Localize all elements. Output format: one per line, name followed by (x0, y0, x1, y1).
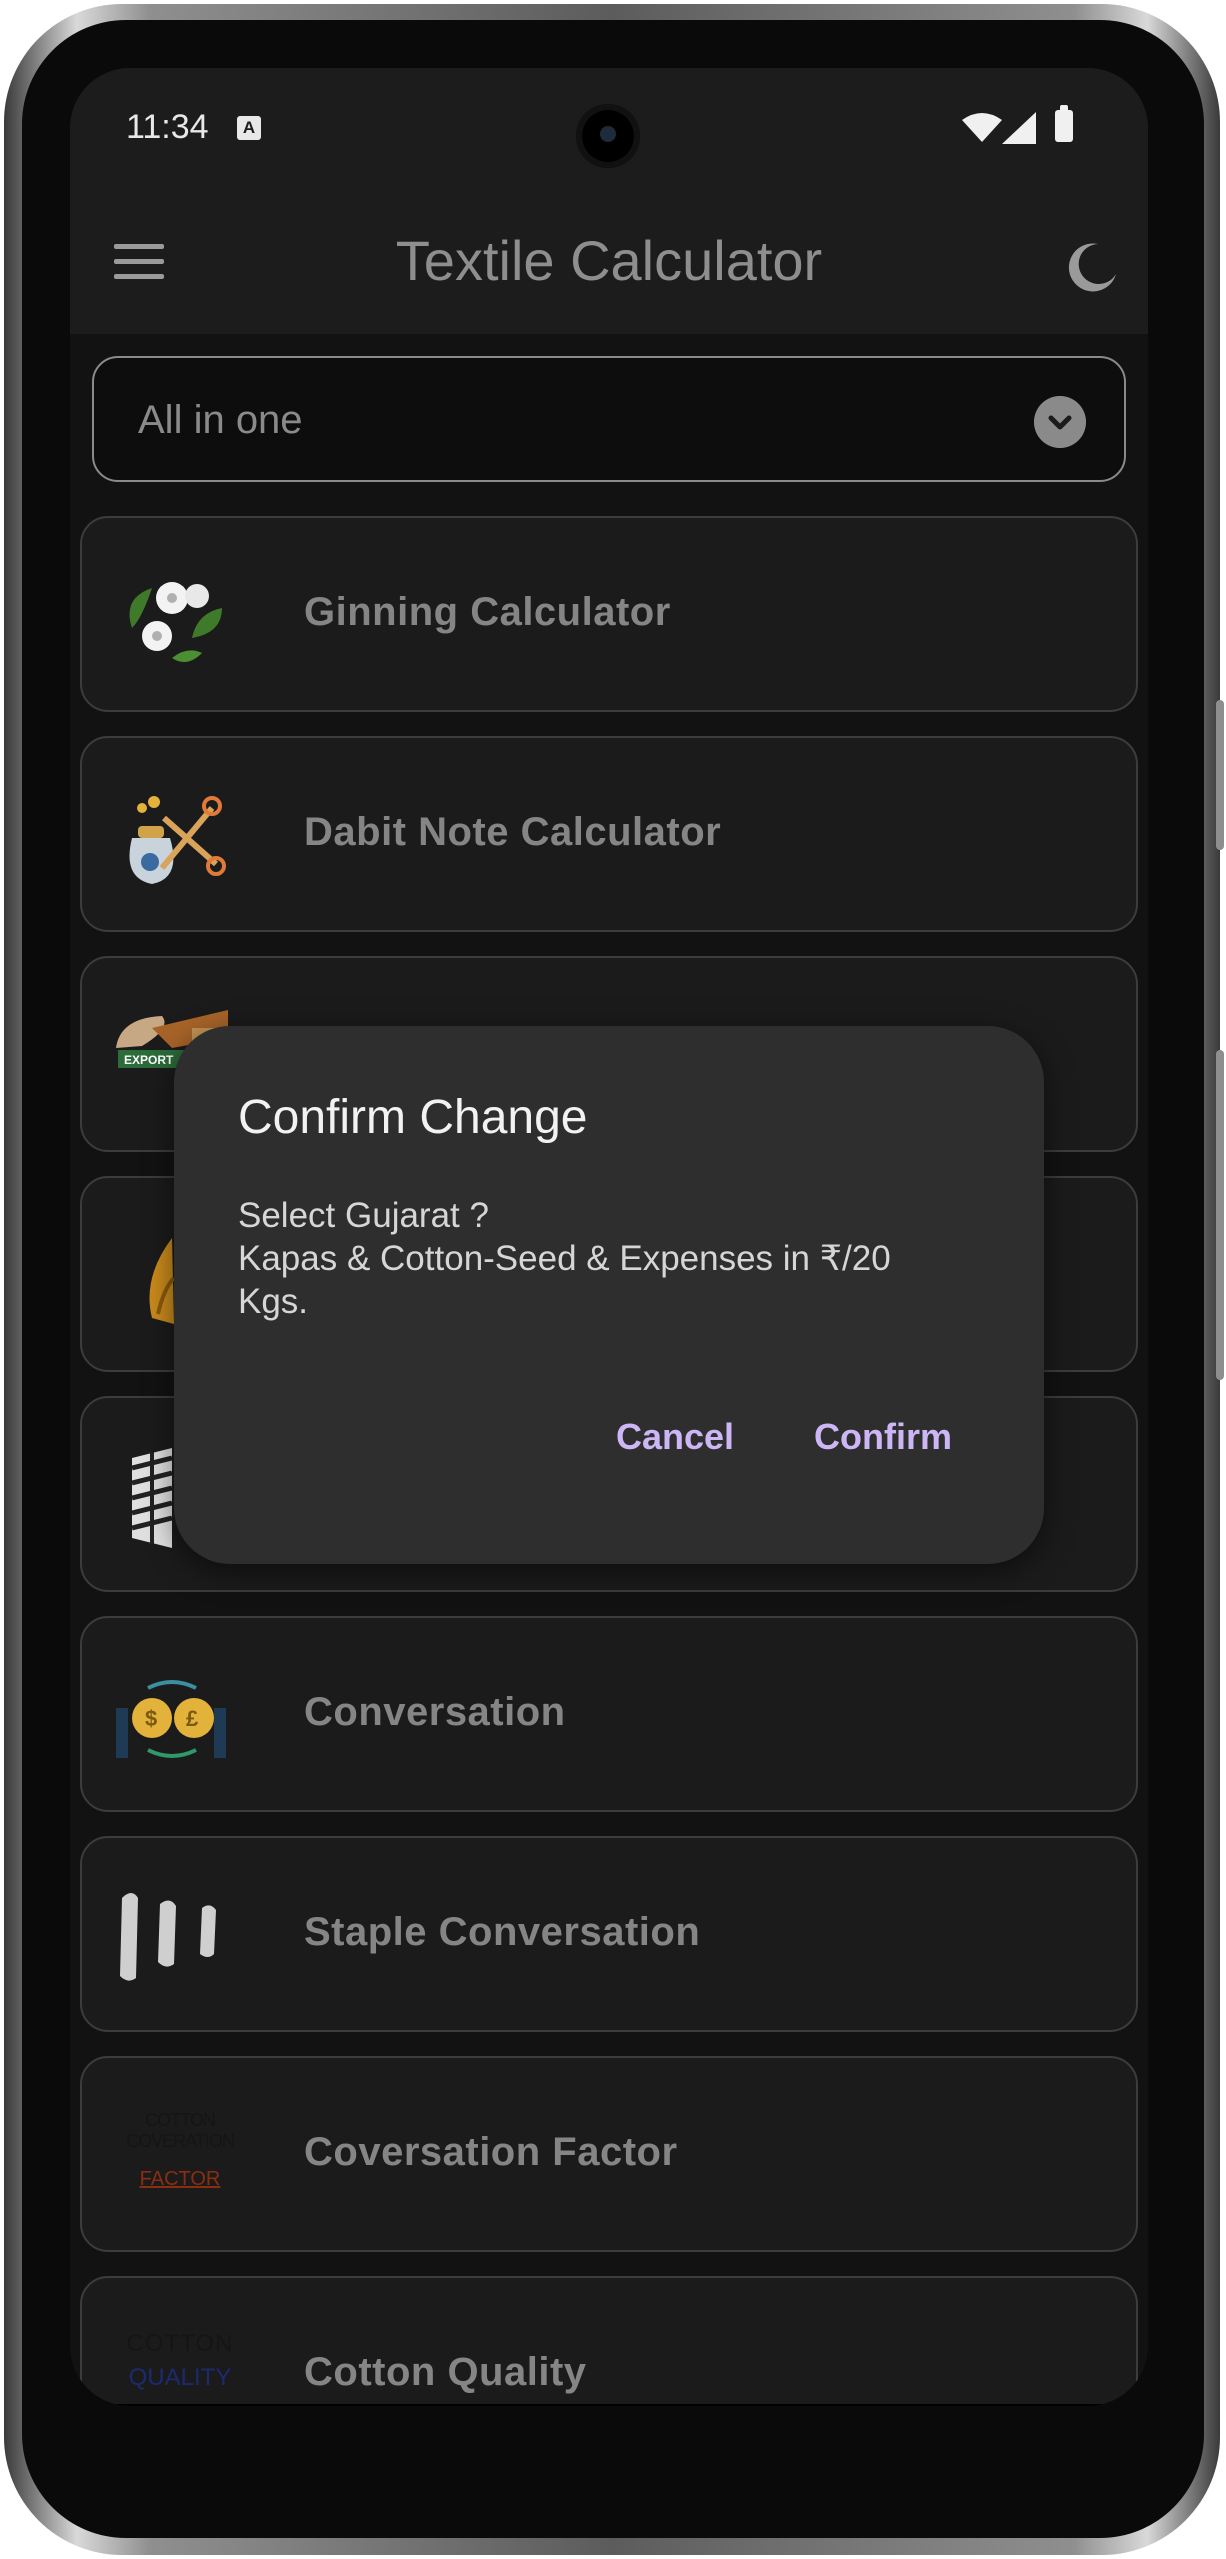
status-time: 11:34 (126, 108, 209, 146)
category-dropdown[interactable]: All in one (92, 356, 1126, 482)
currency-exchange-icon: $ £ (116, 1680, 226, 1758)
battery-icon (1055, 105, 1073, 142)
dialog-message: Select Gujarat ? Kapas & Cotton-Seed & E… (238, 1194, 958, 1323)
chevron-down-icon (1034, 396, 1086, 448)
phone-frame: 11:34 A Textile Calculator All in one Gi… (0, 0, 1226, 2559)
logo-text-line1: COTTON (126, 2330, 234, 2357)
card-staple-conversation[interactable]: Staple Conversation (80, 1836, 1138, 2032)
logo-text-line2: QUALITY (128, 2364, 232, 2391)
dropdown-selected-value: All in one (138, 398, 303, 442)
svg-text:$: $ (145, 1706, 157, 1731)
app-bar: Textile Calculator (70, 188, 1148, 334)
dialog-title: Confirm Change (238, 1091, 588, 1144)
front-camera (576, 104, 640, 168)
volume-button (1216, 1050, 1224, 1380)
card-cotton-quality[interactable]: COTTON QUALITY Cotton Quality (80, 2276, 1138, 2406)
wifi-icon (962, 113, 1002, 142)
card-ginning-calculator[interactable]: Ginning Calculator (80, 516, 1138, 712)
dialog-message-line2: Kapas & Cotton-Seed & Expenses in ₹/20 K… (238, 1239, 891, 1321)
card-conversation[interactable]: $ £ Conversation (80, 1616, 1138, 1812)
logo-text-line2: FACTOR (139, 2168, 221, 2190)
confirm-dialog: Confirm Change Select Gujarat ? Kapas & … (174, 1026, 1044, 1564)
card-label: Dabit Note Calculator (304, 810, 722, 854)
staple-fiber-icon (120, 1893, 216, 1981)
power-button (1216, 700, 1224, 850)
card-label: Conversation (304, 1690, 566, 1734)
logo-text-line1: COTTON COVERATION (126, 2110, 235, 2151)
status-bar: 11:34 A (70, 68, 1148, 188)
svg-text:EXPORT: EXPORT (124, 1053, 174, 1067)
card-label: Ginning Calculator (304, 590, 671, 634)
text-logo-icon: COTTON QUALITY (100, 2330, 260, 2392)
signal-icon (1002, 112, 1036, 144)
cotton-flower-icon (129, 582, 222, 662)
card-coversation-factor[interactable]: COTTON COVERATION FACTOR Coversation Fac… (80, 2056, 1138, 2252)
screen: 11:34 A Textile Calculator All in one Gi… (70, 68, 1148, 2406)
moon-icon[interactable] (1068, 242, 1118, 292)
cancel-button[interactable]: Cancel (616, 1416, 734, 1458)
dialog-message-line1: Select Gujarat ? (238, 1196, 489, 1235)
text-logo-icon: COTTON COVERATION FACTOR (100, 2110, 260, 2191)
card-label: Staple Conversation (304, 1910, 701, 1954)
confirm-button[interactable]: Confirm (814, 1416, 952, 1458)
notification-a-icon: A (237, 116, 261, 140)
money-bag-scissors-icon (129, 796, 226, 884)
card-dabit-note-calculator[interactable]: Dabit Note Calculator (80, 736, 1138, 932)
app-title: Textile Calculator (395, 229, 823, 292)
card-label: Coversation Factor (304, 2130, 678, 2174)
navigation-bar (70, 2404, 1148, 2406)
card-label: Cotton Quality (304, 2350, 587, 2394)
svg-text:£: £ (186, 1706, 199, 1731)
